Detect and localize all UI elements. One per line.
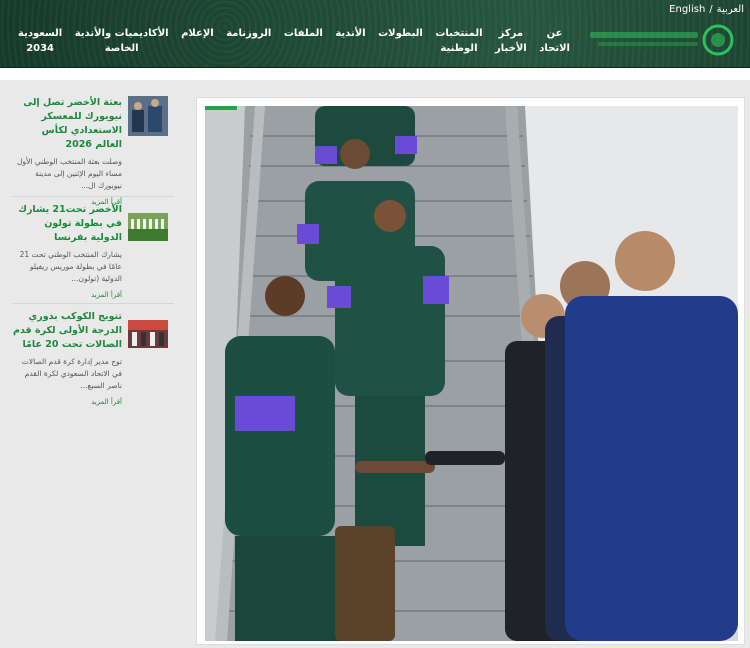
nav-saudi-2034[interactable]: السعودية 2034	[18, 26, 62, 56]
site-header: English / العربية عن الاتحاد مركز الأخبا…	[0, 0, 750, 68]
nav-national-teams[interactable]: المنتخبات الوطنية	[435, 26, 482, 56]
news-excerpt: يشارك المنتخب الوطني تحت 21 عامًا في بطو…	[19, 250, 122, 283]
news-text: الأخضر تحت21 يشارك في بطولة تولون الدولي…	[12, 203, 122, 299]
news-excerpt: وصلت بعثة المنتخب الوطني الأول مساء اليو…	[17, 157, 122, 190]
news-thumbnail[interactable]	[128, 96, 168, 136]
news-title[interactable]: الأخضر تحت21 يشارك في بطولة تولون الدولي…	[12, 203, 122, 245]
news-thumbnail[interactable]	[128, 320, 168, 348]
nav-competitions[interactable]: البطولات	[378, 26, 423, 56]
read-more-link[interactable]: أقرأ المزيد	[12, 291, 122, 299]
article-photo-frame	[196, 97, 745, 645]
news-text: بعثة الأخضر تصل إلى نيويورك للمعسكر الاس…	[12, 96, 122, 206]
nav-academies[interactable]: الأكاديميات والأندية الخاصة	[75, 26, 169, 56]
news-title[interactable]: تتويج الكوكب بدوري الدرجة الأولى لكرة قد…	[12, 310, 122, 352]
news-text: تتويج الكوكب بدوري الدرجة الأولى لكرة قد…	[12, 310, 122, 406]
language-switcher: English / العربية	[669, 4, 744, 15]
nav-news-center[interactable]: مركز الأخبار	[495, 26, 527, 56]
read-more-link[interactable]: أقرأ المزيد	[12, 398, 122, 406]
nav-about[interactable]: عن الاتحاد	[539, 26, 570, 56]
saff-logo[interactable]	[588, 22, 738, 58]
news-item[interactable]: بعثة الأخضر تصل إلى نيويورك للمعسكر الاس…	[12, 90, 174, 206]
news-sidebar: بعثة الأخضر تصل إلى نيويورك للمعسكر الاس…	[12, 90, 174, 411]
main-nav: عن الاتحاد مركز الأخبار المنتخبات الوطني…	[18, 26, 570, 56]
nav-media[interactable]: الإعلام	[181, 26, 214, 56]
nav-files[interactable]: الملفات	[284, 26, 323, 56]
nav-clubs[interactable]: الأندية	[335, 26, 365, 56]
photo-accent-bar	[205, 106, 237, 110]
lang-separator: /	[709, 4, 713, 15]
header-divider	[0, 68, 750, 80]
lang-en-link[interactable]: English	[669, 4, 705, 15]
article-photo	[205, 106, 738, 641]
news-item[interactable]: الأخضر تحت21 يشارك في بطولة تولون الدولي…	[12, 197, 174, 304]
news-item[interactable]: تتويج الكوكب بدوري الدرجة الأولى لكرة قد…	[12, 304, 174, 411]
news-excerpt: توج مدير إدارة كرة قدم الصالات في الاتحا…	[21, 357, 122, 390]
news-thumbnail[interactable]	[128, 213, 168, 241]
news-title[interactable]: بعثة الأخضر تصل إلى نيويورك للمعسكر الاس…	[12, 96, 122, 152]
lang-ar-link[interactable]: العربية	[717, 4, 744, 15]
nav-calendar[interactable]: الروزنامة	[226, 26, 271, 56]
